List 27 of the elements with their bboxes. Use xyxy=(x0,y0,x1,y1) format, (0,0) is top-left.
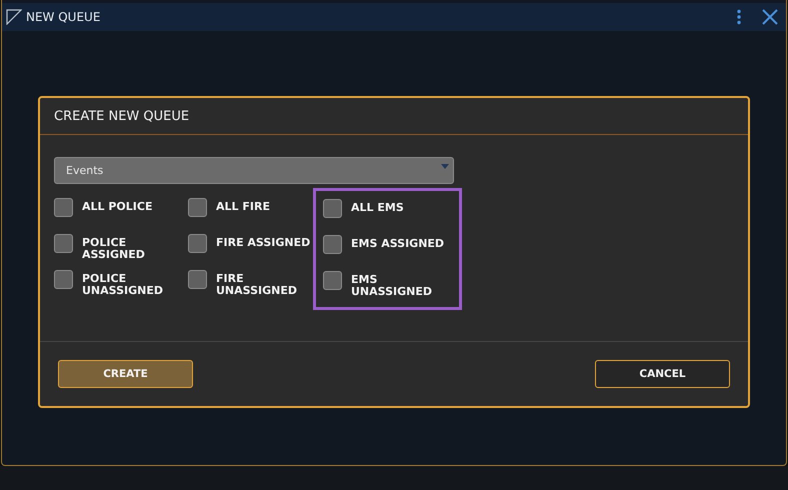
caret-icon xyxy=(441,164,449,169)
checkbox[interactable] xyxy=(188,270,207,289)
checkbox[interactable] xyxy=(323,271,342,290)
option-label: EMS ASSIGNED xyxy=(351,236,444,252)
dialog-title: CREATE NEW QUEUE xyxy=(54,108,190,124)
checkbox[interactable] xyxy=(54,198,73,217)
checkbox[interactable] xyxy=(323,199,342,218)
option-label: EMS UNASSIGNED xyxy=(351,272,433,299)
checkbox[interactable] xyxy=(323,235,342,254)
close-icon[interactable] xyxy=(762,9,778,25)
checkbox[interactable] xyxy=(54,234,73,253)
create-button[interactable]: CREATE xyxy=(58,360,193,388)
window-title: NEW QUEUE xyxy=(26,10,102,24)
checkbox[interactable] xyxy=(188,234,207,253)
option-label: FIRE UNASSIGNED xyxy=(216,271,298,298)
triangle-logo-icon xyxy=(6,9,22,25)
more-menu-icon[interactable] xyxy=(736,9,742,25)
option-label: FIRE ASSIGNED xyxy=(216,235,310,251)
option-label: ALL POLICE xyxy=(82,199,152,215)
option-label: POLICE UNASSIGNED xyxy=(82,271,164,298)
checkbox[interactable] xyxy=(54,270,73,289)
cancel-button[interactable]: CANCEL xyxy=(595,360,730,388)
checkbox[interactable] xyxy=(188,198,207,217)
option-label: ALL EMS xyxy=(351,200,404,216)
dropdown[interactable]: Events xyxy=(54,157,454,184)
option-label: POLICE ASSIGNED xyxy=(82,235,146,262)
option-label: ALL FIRE xyxy=(216,199,270,215)
